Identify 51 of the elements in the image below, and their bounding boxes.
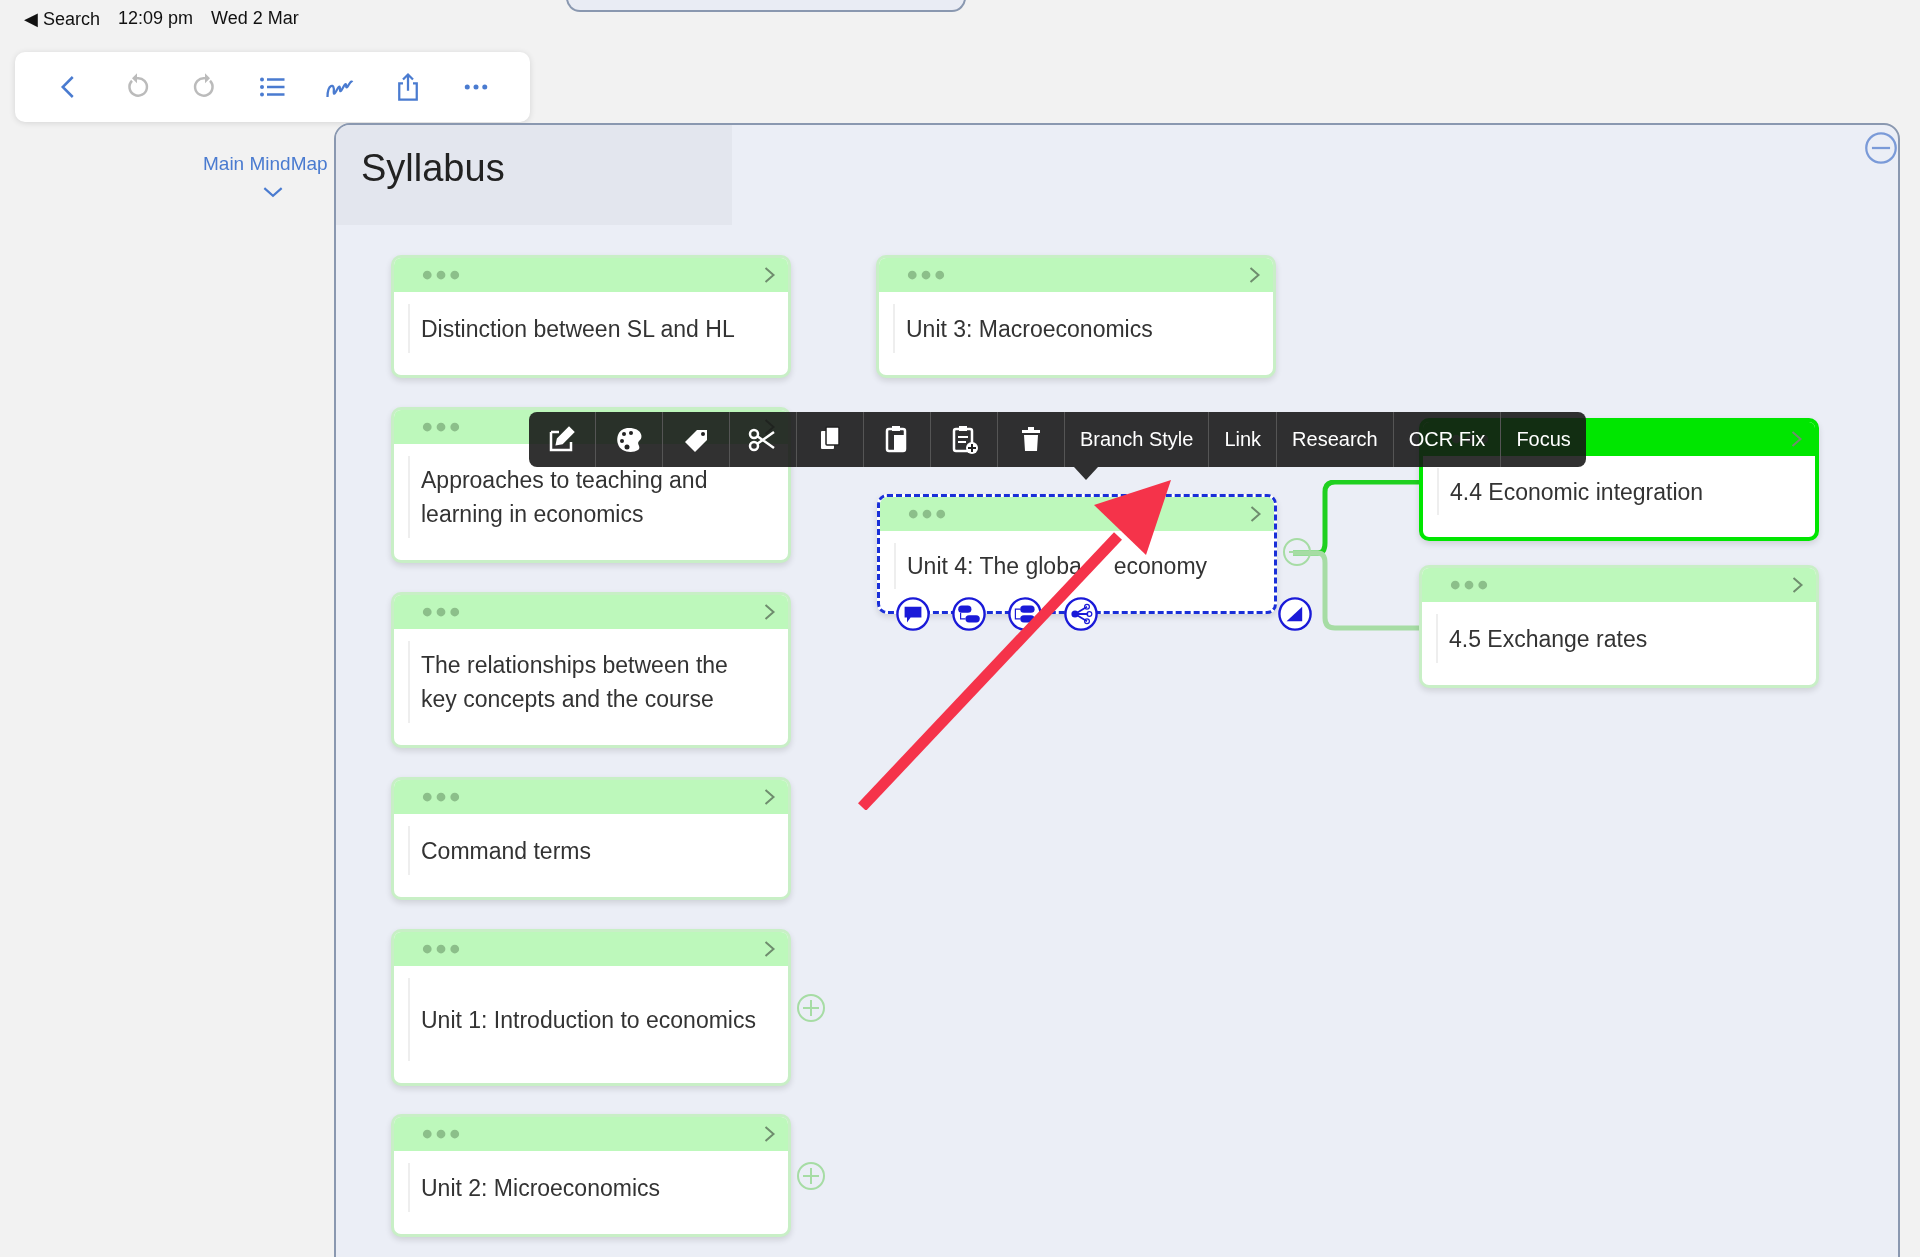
breadcrumb-link[interactable]: Main MindMap <box>203 153 328 175</box>
dots-icon[interactable] <box>908 509 946 519</box>
dots-icon[interactable] <box>422 607 460 617</box>
node-text: Command terms <box>421 836 591 866</box>
branch-icon[interactable] <box>1063 596 1099 632</box>
topic-node[interactable]: Command terms <box>391 777 791 900</box>
node-text: The relationships between the key concepts and the course <box>421 651 729 714</box>
node-text: economy <box>1113 552 1208 581</box>
chevron-right-icon[interactable] <box>763 603 776 621</box>
node-text: Approaches to teaching and learning in economics <box>421 466 709 529</box>
chevron-right-icon[interactable] <box>763 266 776 284</box>
subtopic-icon[interactable] <box>951 596 987 632</box>
chevron-right-icon[interactable] <box>1249 505 1262 523</box>
chevron-right-icon[interactable] <box>763 788 776 806</box>
chevron-right-icon[interactable] <box>1248 266 1261 284</box>
menu-item[interactable]: Branch Style <box>1065 412 1210 467</box>
comment-icon[interactable] <box>895 596 931 632</box>
topic-node[interactable]: The relationships between the key concepts and the course <box>391 592 791 748</box>
dots-icon[interactable] <box>422 270 460 280</box>
dots-icon[interactable] <box>422 1129 460 1139</box>
dots-icon[interactable] <box>422 944 460 954</box>
topic-node[interactable]: Unit 2: Microeconomics <box>391 1114 791 1237</box>
node-text: 4.4 Economic integration <box>1450 477 1704 507</box>
topic-node[interactable]: Unit 3: Macroeconomics <box>876 255 1276 378</box>
chevron-right-icon[interactable] <box>763 1125 776 1143</box>
menu-item[interactable]: OCR Fix <box>1393 412 1502 467</box>
collapse-icon[interactable] <box>1864 131 1898 165</box>
node-text: Unit 3: Macroeconomics <box>906 314 1153 344</box>
node-text: Unit 1: Introduction to economics <box>421 1005 756 1035</box>
chevron-right-icon[interactable] <box>1790 430 1803 448</box>
node-text: Unit 2: Microeconomics <box>421 1173 661 1203</box>
topic-node[interactable]: 4.5 Exchange rates <box>1419 565 1819 688</box>
topic-node[interactable]: Distinction between SL and HL <box>391 255 791 378</box>
dots-icon[interactable] <box>422 422 460 432</box>
status-date: Wed 2 Mar <box>211 8 299 30</box>
topic-node[interactable]: Unit 1: Introduction to economics <box>391 929 791 1086</box>
node-text: Unit 4: The globa <box>907 552 1082 581</box>
dots-icon[interactable] <box>422 792 460 802</box>
menu-item[interactable]: Research <box>1277 412 1394 467</box>
chevron-down-icon[interactable] <box>262 186 284 199</box>
map-title: Syllabus <box>361 147 505 190</box>
chevron-right-icon[interactable] <box>763 940 776 958</box>
node-text: Distinction between SL and HL <box>421 314 735 344</box>
dots-icon[interactable] <box>1450 580 1488 590</box>
resize-handle-icon[interactable] <box>1277 596 1313 632</box>
menu-item[interactable]: Link <box>1209 412 1278 467</box>
back-to-search-link[interactable]: ◀ Search <box>24 8 101 30</box>
chevron-right-icon[interactable] <box>1791 576 1804 594</box>
node-text: 4.5 Exchange rates <box>1449 624 1648 654</box>
dots-icon[interactable] <box>907 270 945 280</box>
status-time: 12:09 pm <box>118 8 194 30</box>
